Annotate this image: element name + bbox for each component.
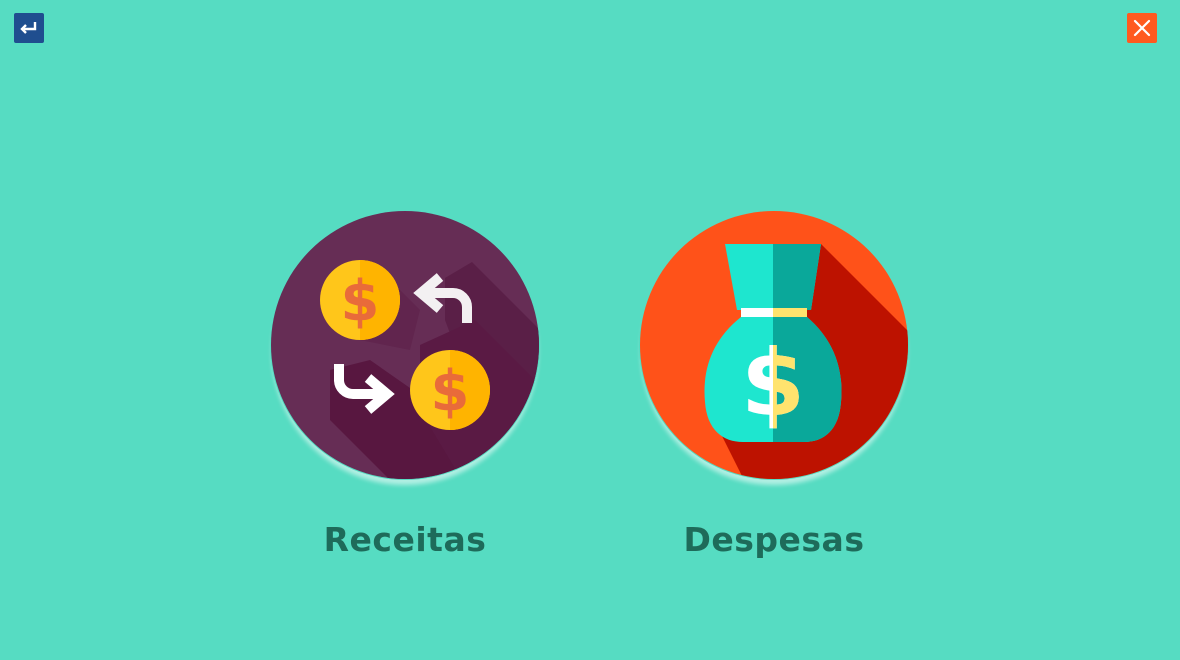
close-icon bbox=[1133, 19, 1151, 37]
menu-screen: $ $ Receitas $ $ Despesas bbox=[0, 0, 1180, 660]
back-button[interactable] bbox=[14, 13, 44, 43]
svg-text:$: $ bbox=[431, 359, 470, 424]
money-exchange-icon: $ $ bbox=[271, 211, 539, 479]
close-button[interactable] bbox=[1127, 13, 1157, 43]
receitas-circle[interactable]: $ $ bbox=[270, 210, 540, 480]
svg-text:$: $ bbox=[341, 269, 380, 334]
return-arrow-icon bbox=[20, 22, 37, 34]
despesas-label: Despesas bbox=[683, 520, 865, 559]
receitas-option[interactable]: $ $ Receitas bbox=[255, 210, 555, 559]
despesas-circle[interactable]: $ $ bbox=[639, 210, 909, 480]
money-bag-icon: $ $ bbox=[640, 211, 908, 479]
despesas-option[interactable]: $ $ Despesas bbox=[624, 210, 924, 559]
receitas-label: Receitas bbox=[323, 520, 487, 559]
